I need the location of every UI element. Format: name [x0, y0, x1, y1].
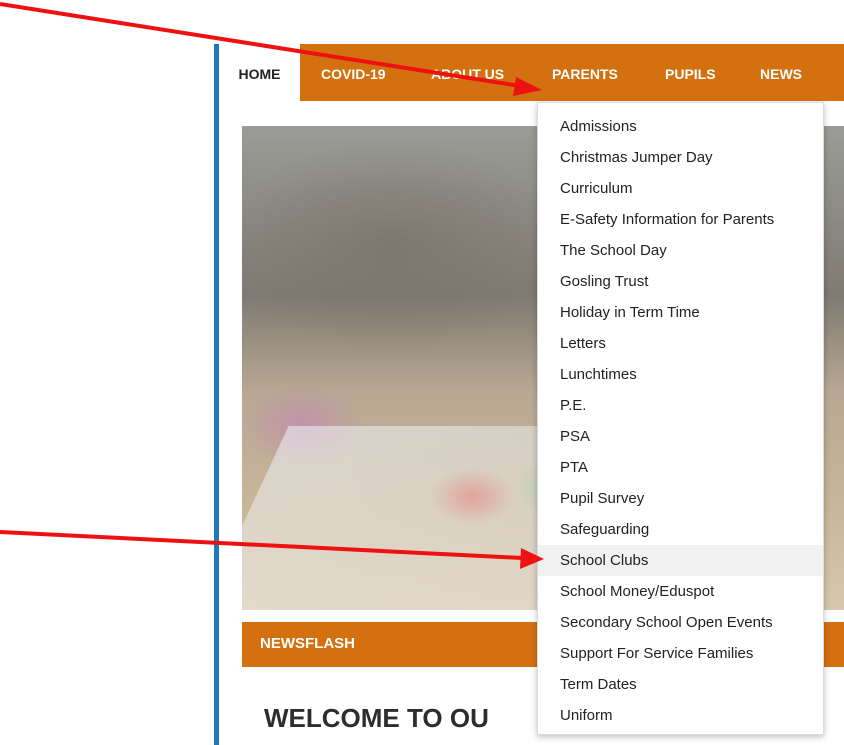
menu-item-curriculum[interactable]: Curriculum: [538, 173, 823, 204]
menu-item-school-money[interactable]: School Money/Eduspot: [538, 576, 823, 607]
left-accent-bar: [214, 44, 219, 745]
menu-item-lunchtimes[interactable]: Lunchtimes: [538, 359, 823, 390]
menu-item-secondary-open-events[interactable]: Secondary School Open Events: [538, 607, 823, 638]
menu-item-gosling-trust[interactable]: Gosling Trust: [538, 266, 823, 297]
menu-item-holiday-term-time[interactable]: Holiday in Term Time: [538, 297, 823, 328]
menu-item-term-dates[interactable]: Term Dates: [538, 669, 823, 700]
menu-item-uniform[interactable]: Uniform: [538, 700, 823, 731]
nav-covid-19[interactable]: COVID-19: [321, 44, 386, 101]
nav-about-us[interactable]: ABOUT US: [431, 44, 504, 101]
main-nav: HOME COVID-19 ABOUT US PARENTS PUPILS NE…: [219, 44, 844, 104]
menu-item-service-families[interactable]: Support For Service Families: [538, 638, 823, 669]
nav-pupils[interactable]: PUPILS: [665, 44, 716, 101]
menu-item-e-safety[interactable]: E-Safety Information for Parents: [538, 204, 823, 235]
menu-item-letters[interactable]: Letters: [538, 328, 823, 359]
newsflash-label: NEWSFLASH: [260, 635, 355, 652]
welcome-heading: WELCOME TO OU: [264, 703, 489, 733]
menu-item-school-clubs[interactable]: School Clubs: [538, 545, 823, 576]
nav-news[interactable]: NEWS: [760, 44, 802, 101]
menu-item-pta[interactable]: PTA: [538, 452, 823, 483]
menu-item-psa[interactable]: PSA: [538, 421, 823, 452]
menu-item-pupil-survey[interactable]: Pupil Survey: [538, 483, 823, 514]
nav-parents[interactable]: PARENTS: [552, 44, 618, 101]
menu-item-school-day[interactable]: The School Day: [538, 235, 823, 266]
parents-dropdown-menu: Admissions Christmas Jumper Day Curricul…: [537, 102, 824, 735]
menu-item-christmas-jumper-day[interactable]: Christmas Jumper Day: [538, 142, 823, 173]
menu-item-safeguarding[interactable]: Safeguarding: [538, 514, 823, 545]
menu-item-admissions[interactable]: Admissions: [538, 111, 823, 142]
menu-item-pe[interactable]: P.E.: [538, 390, 823, 421]
nav-home[interactable]: HOME: [219, 44, 300, 104]
